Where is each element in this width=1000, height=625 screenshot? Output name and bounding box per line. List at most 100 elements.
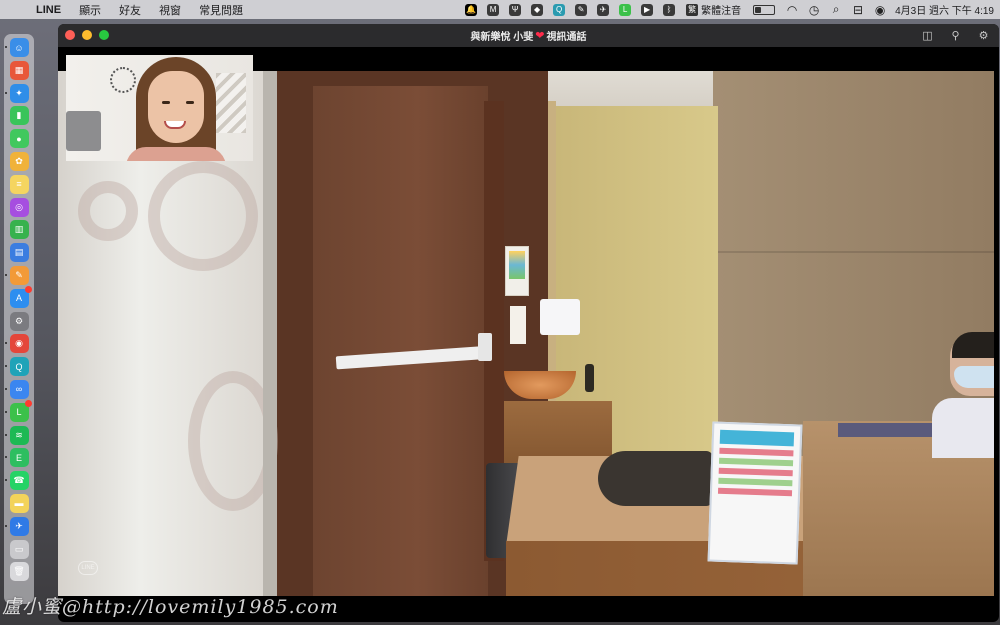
launchpad-icon[interactable]: ▦ <box>9 60 29 80</box>
status-bar: 🔔 M Ψ ◆ Q ✎ ✈ L ▶ ᛒ 繁 繁體注音 ◠ ◷ ⌕ ⊟ ◉ 4月3日 週六 下午 4:19 <box>460 0 1000 19</box>
running-indicator <box>4 410 7 413</box>
line-icon[interactable]: L <box>614 0 636 19</box>
window-title: 與新樂悅 小斐 ❤ 視訊通話 <box>471 28 587 43</box>
control-center-icon[interactable]: ⊟ <box>847 0 869 19</box>
bird-icon[interactable]: ✈ <box>592 0 614 19</box>
system-preferences-icon[interactable]: ⚙ <box>9 311 29 331</box>
menu-faq[interactable]: 常見問題 <box>190 2 252 18</box>
numbers-icon[interactable]: ▥ <box>9 220 29 240</box>
running-indicator <box>4 342 7 345</box>
podcasts-icon-glyph: ◎ <box>15 201 23 212</box>
evernote-dock-icon[interactable]: E <box>4 448 29 468</box>
migration-bird-icon-glyph: ✈ <box>15 520 23 531</box>
close-button[interactable] <box>65 30 75 40</box>
running-indicator <box>4 524 7 527</box>
safari-icon[interactable]: ✦ <box>4 83 29 103</box>
call-title-name: 與新樂悅 小斐 <box>470 32 534 43</box>
running-indicator <box>4 46 7 48</box>
menu-bar: LINE 顯示 好友 視窗 常見問題 🔔 M Ψ ◆ Q ✎ ✈ L ▶ ᛒ 繁 繁體注音 ◠ ◷ ⌕… <box>0 0 1000 19</box>
glass-swirl <box>148 161 258 271</box>
spotify-icon[interactable]: ≋ <box>4 425 29 445</box>
spotlight-search-icon[interactable]: ⌕ <box>825 0 847 19</box>
migration-bird-icon[interactable]: ✈ <box>4 516 29 536</box>
traffic-lights <box>65 30 116 40</box>
wifi-icon[interactable]: ◠ <box>781 0 803 19</box>
input-method-icon: 繁 <box>686 3 699 16</box>
call-title-label: 視訊通話 <box>546 32 587 43</box>
line-dock-icon[interactable]: L <box>4 399 32 422</box>
scene-receptionist <box>930 332 994 458</box>
staircase <box>216 73 246 133</box>
menu-view[interactable]: 顯示 <box>70 2 110 18</box>
preview-icon[interactable]: ▭ <box>9 539 29 559</box>
facetime-icon-glyph: ▮ <box>16 110 22 121</box>
notes-icon[interactable]: ≡ <box>9 174 29 194</box>
self-camera-preview[interactable] <box>66 55 253 161</box>
photos-icon-glyph: ✿ <box>15 155 23 166</box>
keynote-icon[interactable]: ▤ <box>9 243 29 263</box>
finder-icon-glyph: ☺ <box>14 42 24 53</box>
stickies-icon[interactable]: ▬ <box>9 493 29 513</box>
bell-icon[interactable]: 🔔 <box>460 0 482 19</box>
search-app-icon[interactable]: Q <box>548 0 570 19</box>
bell-icon-glyph: 🔔 <box>465 3 478 16</box>
chrome-icon[interactable]: ◉ <box>4 334 29 354</box>
evernote-dock-icon-glyph: E <box>15 452 22 463</box>
sofa <box>66 111 101 151</box>
bluetooth-icon[interactable]: ᛒ <box>658 0 680 19</box>
status-icons-group: 🔔 M Ψ ◆ Q ✎ ✈ L ▶ ᛒ <box>460 0 680 19</box>
stickies-icon-glyph: ▬ <box>14 498 24 509</box>
caller-eye <box>186 101 194 104</box>
whatsapp-icon[interactable]: ☎ <box>4 471 29 491</box>
zoom-button[interactable] <box>99 30 109 40</box>
sidebar-toggle-icon[interactable]: ◫ <box>920 28 935 43</box>
settings-gear-icon[interactable]: ⚙ <box>976 28 991 43</box>
photos-icon[interactable]: ✿ <box>9 151 29 171</box>
messages-icon[interactable]: ● <box>9 129 29 149</box>
notification-badge <box>24 285 32 293</box>
dropbox-icon-glyph: ◆ <box>531 3 544 16</box>
preview-icon-glyph: ▭ <box>14 543 24 554</box>
scene-wall-paper <box>510 306 526 344</box>
caller-eye <box>162 101 170 104</box>
line-icon-glyph: L <box>619 3 632 16</box>
app-store-icon[interactable]: A <box>9 285 32 308</box>
baidu-netdisk-icon[interactable]: ∞ <box>4 379 29 399</box>
menu-clock[interactable]: 4月3日 週六 下午 4:19 <box>891 2 1000 17</box>
search-app-dock-icon[interactable]: Q <box>4 357 29 377</box>
play-icon[interactable]: ▶ <box>636 0 658 19</box>
finder-icon[interactable]: ☺ <box>4 38 29 57</box>
m-app-icon[interactable]: M <box>482 0 504 19</box>
running-indicator <box>4 91 7 94</box>
scene-flyer-stand <box>707 421 803 565</box>
app-menu-line[interactable]: LINE <box>30 4 70 16</box>
system-preferences-icon-glyph: ⚙ <box>14 315 24 326</box>
pages-icon-glyph: ✎ <box>15 269 23 280</box>
menu-window[interactable]: 視窗 <box>150 2 190 18</box>
running-indicator <box>4 387 7 390</box>
siri-icon[interactable]: ◉ <box>869 0 891 19</box>
evernote-icon-glyph: ✎ <box>575 3 588 16</box>
menu-friends[interactable]: 好友 <box>110 2 150 18</box>
facetime-icon[interactable]: ▮ <box>9 106 29 126</box>
time-machine-icon[interactable]: ◷ <box>803 0 825 19</box>
minimize-button[interactable] <box>82 30 92 40</box>
input-method-menu[interactable]: 繁 繁體注音 <box>680 2 747 17</box>
search-app-dock-icon-glyph: Q <box>15 361 23 372</box>
app-store-icon-glyph: A <box>15 293 22 304</box>
line-video-call-window: 與新樂悅 小斐 ❤ 視訊通話 ◫ ⚲ ⚙ LINE <box>58 24 999 622</box>
dropbox-icon[interactable]: ◆ <box>526 0 548 19</box>
search-app-icon-glyph: Q <box>553 3 566 16</box>
scene-bottle <box>585 364 594 392</box>
trash-icon[interactable]: 🗑 <box>9 562 29 582</box>
evernote-icon[interactable]: ✎ <box>570 0 592 19</box>
window-titlebar[interactable]: 與新樂悅 小斐 ❤ 視訊通話 ◫ ⚲ ⚙ <box>58 24 999 47</box>
window-toolbar: ◫ ⚲ ⚙ <box>907 28 991 43</box>
spotify-icon-glyph: ≋ <box>15 429 23 440</box>
pages-icon[interactable]: ✎ <box>4 265 29 285</box>
battery-icon[interactable] <box>753 4 776 15</box>
podcasts-icon[interactable]: ◎ <box>9 197 29 217</box>
tuning-fork-icon[interactable]: Ψ <box>504 0 526 19</box>
pin-icon[interactable]: ⚲ <box>948 28 963 43</box>
wall-seam <box>713 251 994 253</box>
